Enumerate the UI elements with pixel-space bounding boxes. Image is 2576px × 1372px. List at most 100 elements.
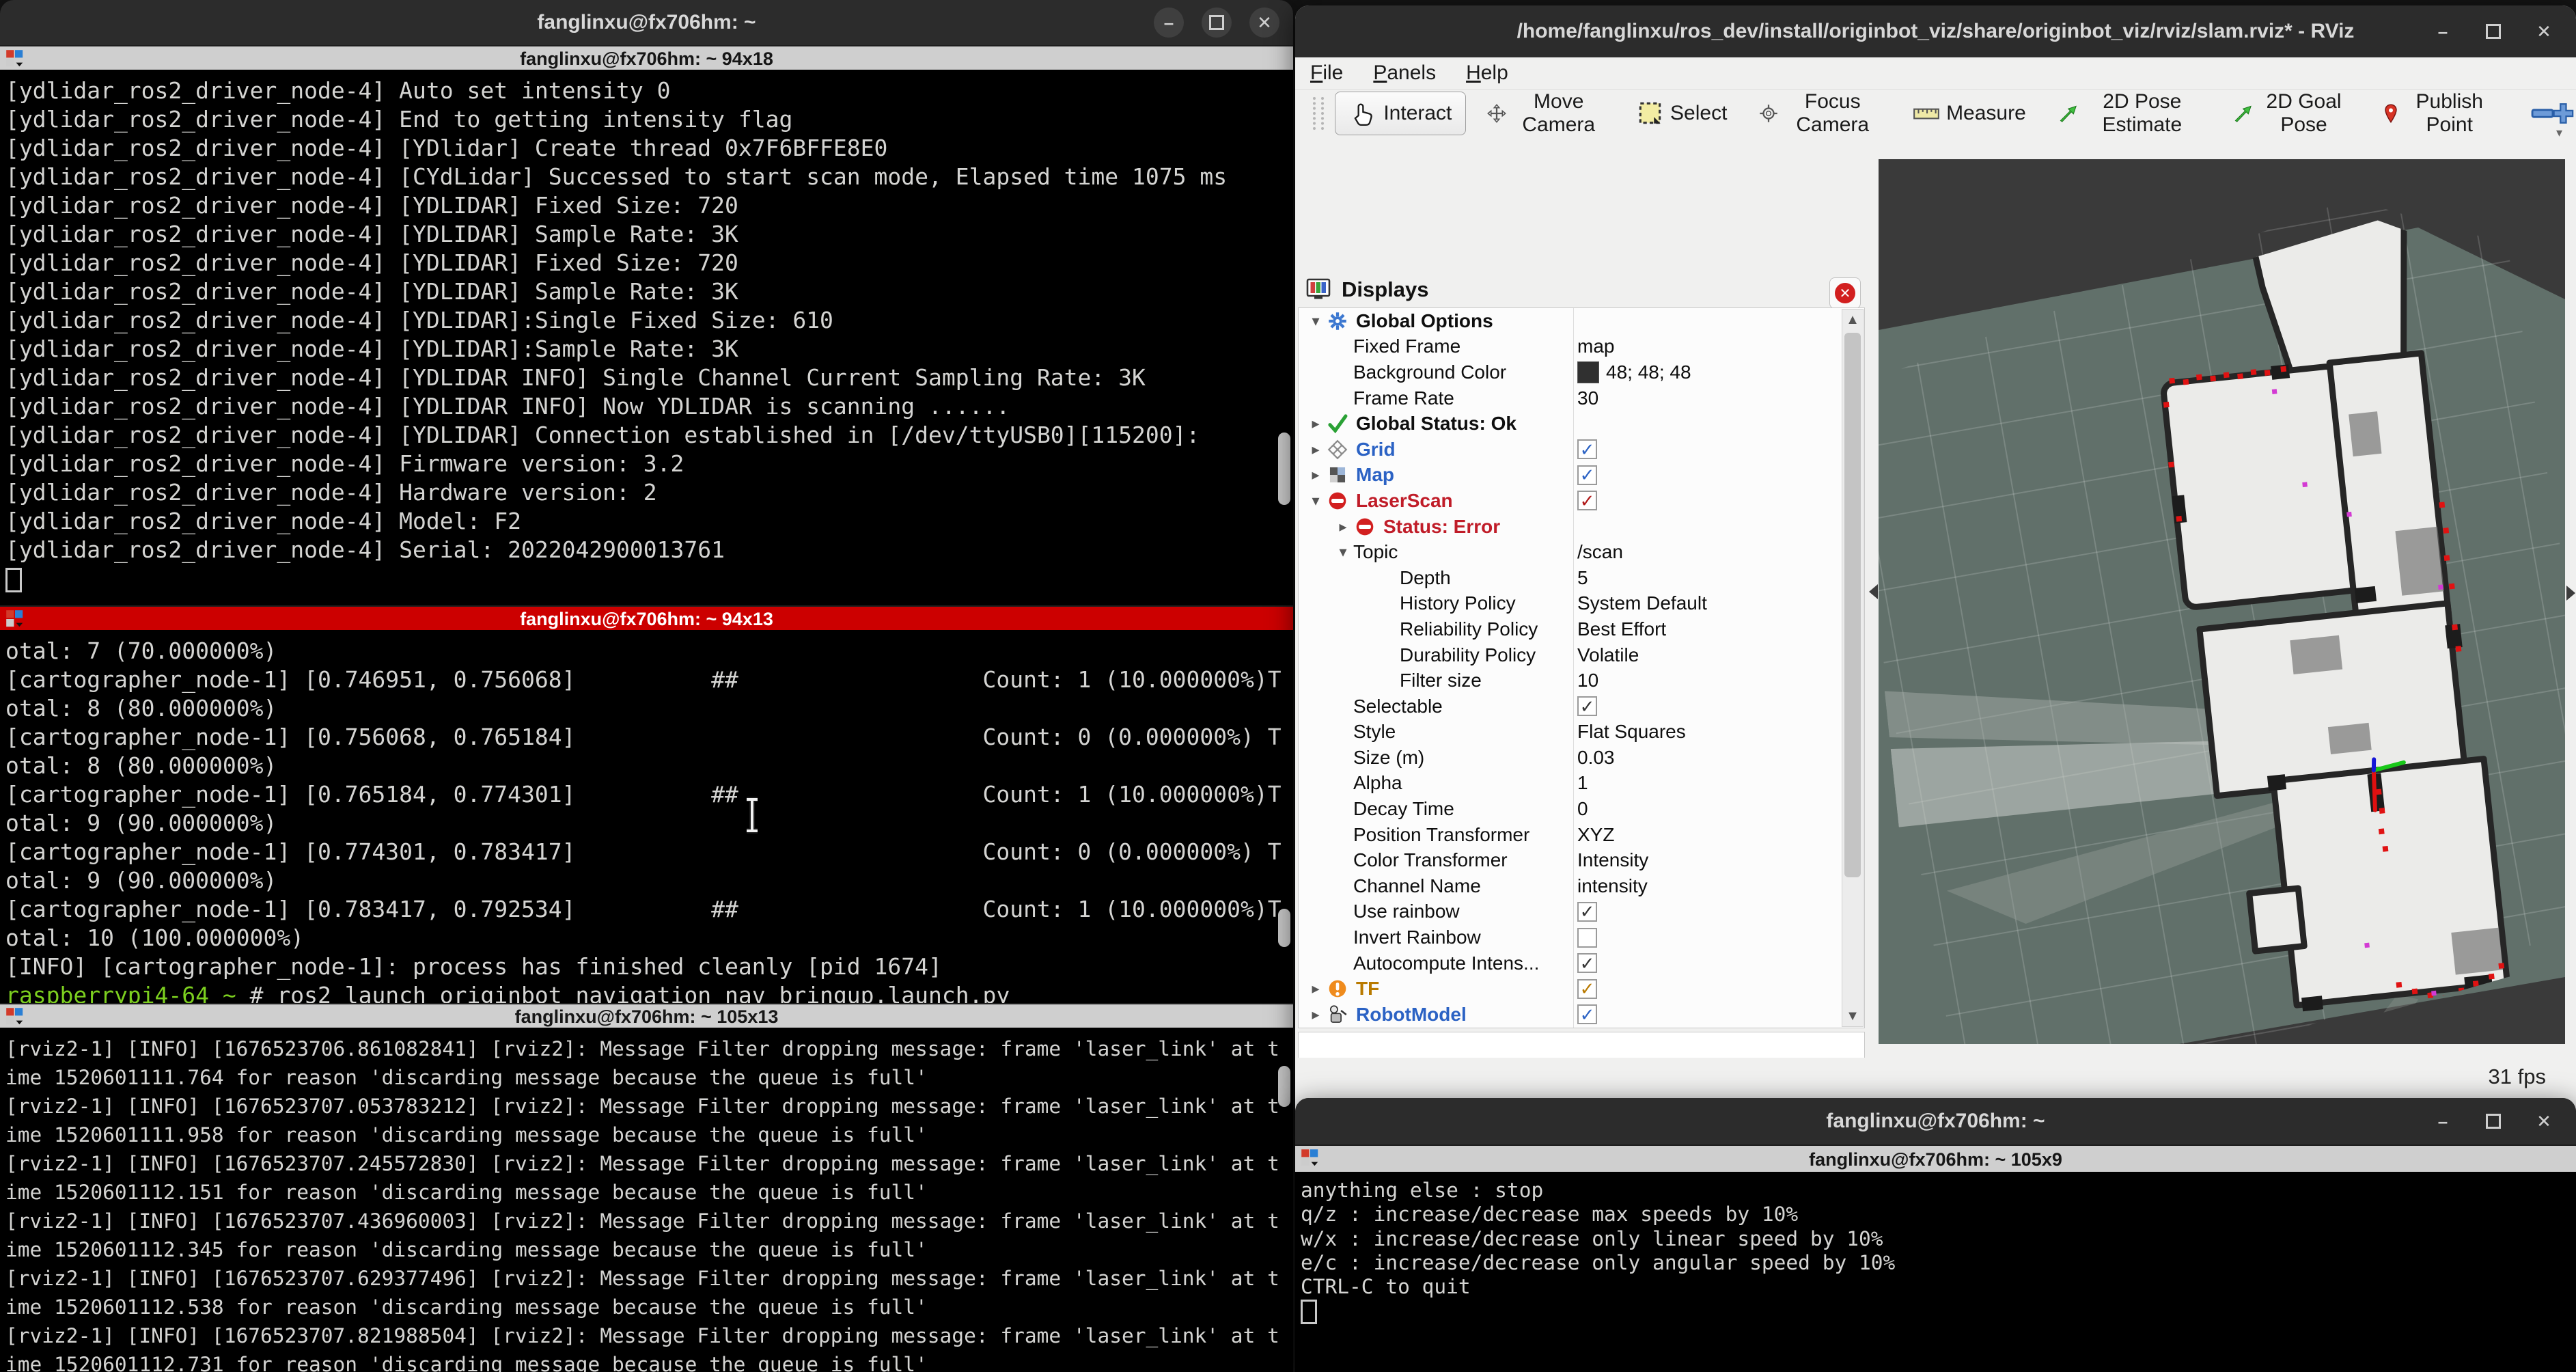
checkbox[interactable]: ✓ [1577, 979, 1597, 999]
displays-tree[interactable]: ▾Global OptionsFixed FramemapBackground … [1298, 307, 1865, 1028]
row-value[interactable]: ✓ [1577, 979, 1597, 999]
row-value[interactable]: 0 [1577, 798, 1588, 820]
scroll-up-icon[interactable]: ▲ [1842, 310, 1863, 330]
pane2-titlebar[interactable]: fanglinxu@fx706hm: ~ 94x13 [0, 605, 1293, 633]
displays-scrollbar[interactable]: ▲ ▼ [1842, 309, 1864, 1027]
color-swatch[interactable] [1577, 361, 1599, 383]
bottom-terminal-content[interactable]: anything else : stopq/z : increase/decre… [1295, 1172, 2576, 1372]
tree-row-use-rainbow[interactable]: Use rainbow✓ [1299, 899, 1864, 925]
row-value[interactable]: System Default [1577, 592, 1707, 614]
tree-row-size-m-[interactable]: Size (m)0.03 [1299, 745, 1864, 771]
pane1-scrollbar[interactable] [1278, 433, 1290, 505]
row-value[interactable]: Best Effort [1577, 618, 1666, 640]
row-value[interactable]: ✓ [1577, 953, 1597, 973]
tool-2d-pose-estimate[interactable]: 2D Pose Estimate [2047, 86, 2212, 141]
pane3-content[interactable]: [rviz2-1] [INFO] [1676523706.861082841] … [0, 1028, 1293, 1372]
tree-row-robotmodel[interactable]: ▸RobotModel✓ [1299, 1002, 1864, 1028]
row-value[interactable]: map [1577, 335, 1614, 357]
tree-row-channel-name[interactable]: Channel Nameintensity [1299, 873, 1864, 899]
chevron-down-icon[interactable]: ▾ [1305, 492, 1326, 510]
tool-move-camera[interactable]: Move Camera [1476, 86, 1616, 141]
row-value[interactable]: 5 [1577, 567, 1588, 589]
tree-row-frame-rate[interactable]: Frame Rate30 [1299, 385, 1864, 411]
toolbar-drag-handle[interactable] [1313, 97, 1324, 130]
tree-row-autocompute-intens-[interactable]: Autocompute Intens...✓ [1299, 950, 1864, 976]
checkbox[interactable]: ✓ [1577, 491, 1597, 510]
pane-group-icon[interactable] [4, 1006, 26, 1028]
close-button[interactable]: ✕ [2532, 20, 2556, 43]
tree-row-fixed-frame[interactable]: Fixed Framemap [1299, 334, 1864, 360]
tree-row-map[interactable]: ▸Map✓ [1299, 463, 1864, 489]
maximize-button[interactable] [2482, 1110, 2505, 1133]
tree-row-global-options[interactable]: ▾Global Options [1299, 308, 1864, 334]
tree-row-invert-rainbow[interactable]: Invert Rainbow [1299, 924, 1864, 950]
checkbox[interactable]: ✓ [1577, 953, 1597, 973]
pane2-scrollbar[interactable] [1278, 909, 1290, 947]
row-value[interactable]: ✓ [1577, 465, 1597, 485]
pane3-scrollbar[interactable] [1278, 1066, 1290, 1107]
expand-right-arrow-icon[interactable] [2566, 586, 2575, 601]
maximize-button[interactable] [1202, 8, 1232, 38]
scrollbar-thumb[interactable] [1844, 333, 1861, 877]
terminal-left-titlebar[interactable]: fanglinxu@fx706hm: ~ – ✕ [0, 0, 1293, 45]
tree-row-color-transformer[interactable]: Color TransformerIntensity [1299, 847, 1864, 873]
tool-interact[interactable]: Interact [1335, 92, 1466, 135]
menu-item-help[interactable]: Help [1466, 61, 1508, 85]
chevron-right-icon[interactable]: ▸ [1305, 1006, 1326, 1024]
tree-row-status-error[interactable]: ▸Status: Error [1299, 514, 1864, 540]
rviz-titlebar[interactable]: /home/fanglinxu/ros_dev/install/originbo… [1295, 5, 2576, 57]
row-value[interactable] [1577, 928, 1597, 948]
chevron-down-icon[interactable]: ▾ [1305, 312, 1326, 330]
remove-tool-button[interactable]: ▾ [2527, 98, 2558, 129]
tree-row-durability-policy[interactable]: Durability PolicyVolatile [1299, 642, 1864, 668]
chevron-right-icon[interactable]: ▸ [1305, 980, 1326, 998]
minimize-button[interactable]: – [2431, 20, 2454, 43]
row-value[interactable]: 30 [1577, 387, 1598, 409]
pane1-titlebar[interactable]: fanglinxu@fx706hm: ~ 94x18 [0, 45, 1293, 72]
tool-2d-goal-pose[interactable]: 2D Goal Pose [2221, 86, 2360, 141]
tool-focus-camera[interactable]: Focus Camera [1747, 86, 1892, 141]
tree-row-depth[interactable]: Depth5 [1299, 565, 1864, 591]
row-value[interactable]: XYZ [1577, 824, 1614, 846]
row-value[interactable]: ✓ [1577, 439, 1597, 459]
chevron-right-icon[interactable]: ▸ [1305, 466, 1326, 484]
tree-row-decay-time[interactable]: Decay Time0 [1299, 796, 1864, 822]
tree-row-selectable[interactable]: Selectable✓ [1299, 694, 1864, 719]
row-value[interactable]: Flat Squares [1577, 721, 1686, 743]
checkbox[interactable]: ✓ [1577, 439, 1597, 459]
tree-row-position-transformer[interactable]: Position TransformerXYZ [1299, 822, 1864, 848]
tree-row-laserscan[interactable]: ▾LaserScan✓ [1299, 488, 1864, 514]
pane-group-icon[interactable] [4, 608, 26, 630]
tree-row-filter-size[interactable]: Filter size10 [1299, 668, 1864, 694]
row-value[interactable]: 0.03 [1577, 747, 1615, 769]
maximize-button[interactable] [2482, 20, 2505, 43]
row-value[interactable]: 10 [1577, 670, 1598, 691]
close-button[interactable]: ✕ [1249, 8, 1279, 38]
close-button[interactable]: ✕ [2532, 1110, 2556, 1133]
tree-row-alpha[interactable]: Alpha1 [1299, 771, 1864, 797]
pane-group-icon[interactable] [4, 48, 26, 70]
row-value[interactable]: 1 [1577, 772, 1588, 794]
tool-measure[interactable]: Measure [1901, 95, 2037, 132]
row-value[interactable]: /scan [1577, 541, 1623, 563]
displays-panel-close-button[interactable]: ✕ [1829, 277, 1861, 309]
pane2-content[interactable]: otal: 7 (70.000000%)[cartographer_node-1… [0, 630, 1293, 1003]
row-value[interactable]: ✓ [1577, 1004, 1597, 1024]
tree-row-tf[interactable]: ▸TF✓ [1299, 976, 1864, 1002]
tree-row-reliability-policy[interactable]: Reliability PolicyBest Effort [1299, 616, 1864, 642]
bottom-terminal-titlebar[interactable]: fanglinxu@fx706hm: ~ – ✕ [1295, 1098, 2576, 1144]
pane1-content[interactable]: [ydlidar_ros2_driver_node-4] Auto set in… [0, 70, 1293, 605]
collapse-left-arrow-icon[interactable] [1869, 584, 1878, 599]
chevron-right-icon[interactable]: ▸ [1333, 518, 1353, 536]
render-view-3d[interactable] [1879, 159, 2565, 1044]
row-value[interactable]: intensity [1577, 875, 1648, 897]
pane3-titlebar[interactable]: fanglinxu@fx706hm: ~ 105x13 [0, 1003, 1293, 1030]
tree-row-grid[interactable]: ▸Grid✓ [1299, 437, 1864, 463]
row-value[interactable]: ✓ [1577, 902, 1597, 922]
row-value[interactable]: 48; 48; 48 [1577, 361, 1691, 383]
tree-row-history-policy[interactable]: History PolicySystem Default [1299, 591, 1864, 617]
row-value[interactable]: ✓ [1577, 696, 1597, 716]
minimize-button[interactable]: – [1154, 8, 1184, 38]
pane-group-icon[interactable] [1299, 1147, 1321, 1169]
right-splitter[interactable] [2565, 137, 2576, 1121]
